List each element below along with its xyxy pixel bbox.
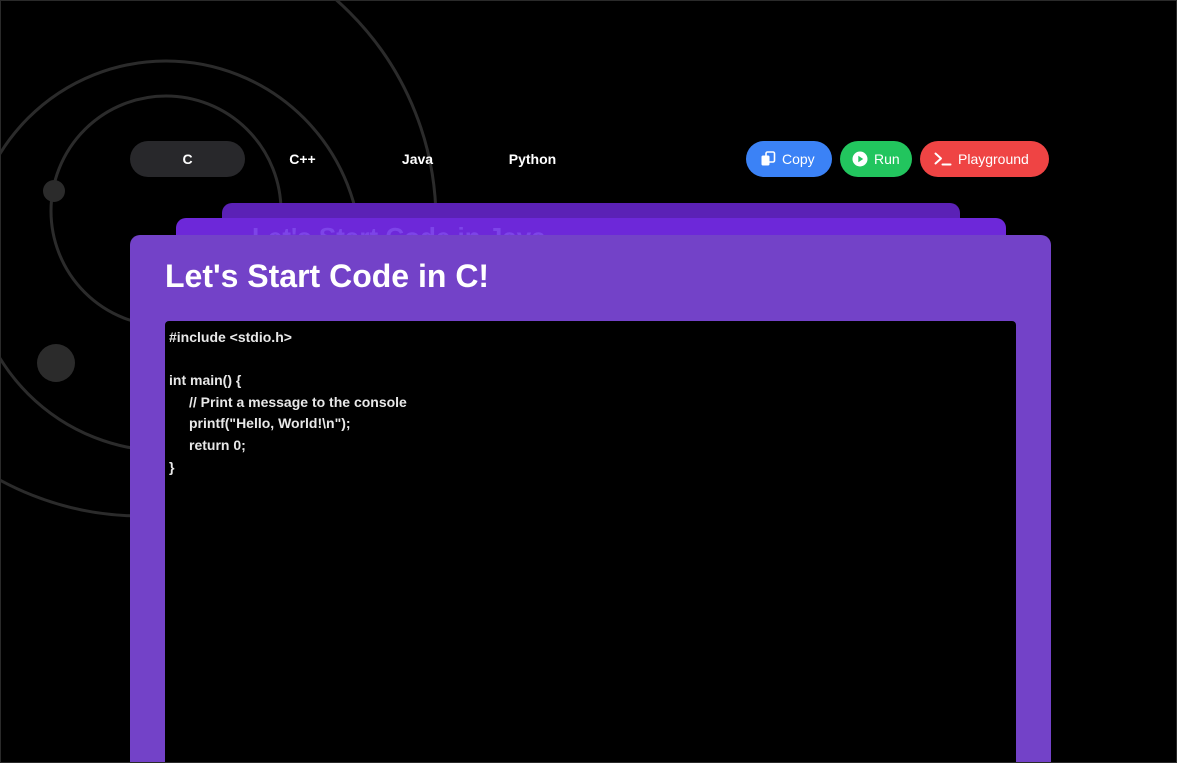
tab-c[interactable]: C bbox=[130, 141, 245, 177]
code-editor[interactable]: #include <stdio.h> int main() { // Print… bbox=[165, 321, 1016, 762]
terminal-icon bbox=[934, 151, 952, 167]
language-tabs: C C++ Java Python bbox=[130, 141, 590, 177]
card-title: Let's Start Code in C! bbox=[165, 258, 490, 294]
playground-button[interactable]: Playground bbox=[920, 141, 1049, 177]
code-line: int main() { bbox=[169, 372, 242, 389]
play-icon bbox=[852, 151, 868, 167]
run-button-label: Run bbox=[874, 151, 900, 167]
code-line: return 0; bbox=[189, 436, 246, 453]
tab-python[interactable]: Python bbox=[475, 141, 590, 177]
code-line: #include <stdio.h> bbox=[169, 329, 292, 345]
playground-button-label: Playground bbox=[958, 151, 1029, 167]
orbit-planet-large bbox=[37, 344, 75, 382]
copy-button-label: Copy bbox=[782, 151, 815, 167]
action-buttons: Copy Run Playground bbox=[746, 141, 1049, 177]
tab-java[interactable]: Java bbox=[360, 141, 475, 177]
code-line: printf("Hello, World!\n"); bbox=[189, 415, 351, 432]
tab-cpp[interactable]: C++ bbox=[245, 141, 360, 177]
code-card-c: Let's Start Code in C! #include <stdio.h… bbox=[130, 235, 1051, 762]
copy-button[interactable]: Copy bbox=[746, 141, 832, 177]
page: C C++ Java Python Copy Run Playground Le… bbox=[0, 0, 1177, 763]
run-button[interactable]: Run bbox=[840, 141, 912, 177]
copy-icon bbox=[760, 151, 776, 167]
code-line: // Print a message to the console bbox=[189, 393, 407, 410]
code-line: } bbox=[169, 458, 175, 475]
orbit-planet-small bbox=[43, 180, 65, 202]
